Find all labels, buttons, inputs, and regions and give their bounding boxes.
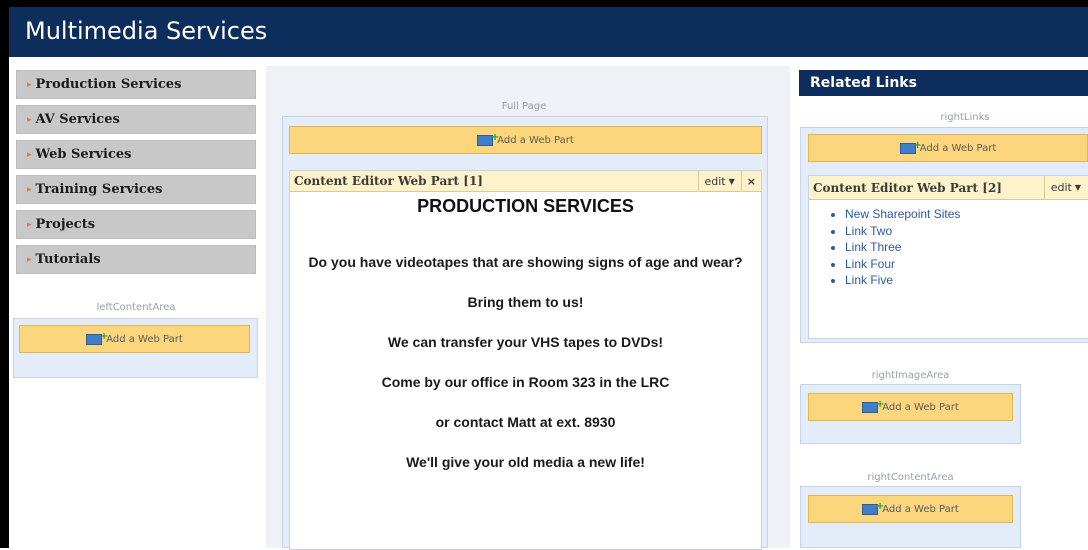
related-links-header: Related Links [799, 70, 1088, 96]
nav-item-training-services[interactable]: ▸ Training Services [16, 175, 256, 204]
related-link[interactable]: Link Three [845, 239, 1088, 256]
full-page-zone-label: Full Page [501, 101, 547, 112]
web-part-tools: edit ▼ × [697, 171, 762, 191]
right-content-zone-label: rightContentArea [867, 472, 954, 483]
window-frame-left [0, 0, 9, 548]
content-paragraph: Come by our office in Room 323 in the LR… [381, 374, 670, 390]
add-web-part-label: Add a Web Part [882, 503, 959, 515]
web-part-edit-menu[interactable]: edit ▼ [1043, 176, 1087, 199]
web-part-title-bar: Content Editor Web Part [2] edit ▼ [809, 176, 1088, 200]
web-part-title-bar: Content Editor Web Part [1] edit ▼ × [290, 171, 761, 192]
chevron-right-icon: ▸ [27, 184, 32, 195]
add-web-part-label: Add a Web Part [497, 134, 574, 146]
add-web-part-label: Add a Web Part [882, 401, 959, 413]
related-link[interactable]: New Sharepoint Sites [845, 206, 1088, 223]
related-links-list: New Sharepoint Sites Link Two Link Three… [809, 206, 1088, 289]
chevron-right-icon: ▸ [27, 149, 32, 160]
add-web-part-label: Add a Web Part [919, 142, 997, 154]
add-web-part-icon [862, 399, 884, 413]
edit-label: edit [704, 174, 726, 188]
right-image-zone-label: rightImageArea [871, 370, 950, 381]
chevron-right-icon: ▸ [27, 254, 32, 265]
add-web-part-button-right-image[interactable]: Add a Web Part [808, 393, 1013, 421]
web-part-title: Content Editor Web Part [1] [294, 174, 483, 188]
nav-item-label: AV Services [35, 112, 120, 127]
related-link[interactable]: Link Four [845, 256, 1088, 273]
nav-item-label: Training Services [35, 182, 163, 197]
nav-item-web-services[interactable]: ▸ Web Services [16, 140, 256, 169]
content-editor-web-part-2: Content Editor Web Part [2] edit ▼ New S… [808, 175, 1088, 339]
add-web-part-icon [86, 331, 108, 345]
add-web-part-icon [899, 140, 922, 154]
right-links-zone-label: rightLinks [940, 112, 990, 123]
nav-item-production-services[interactable]: ▸ Production Services [16, 70, 256, 99]
content-heading: PRODUCTION SERVICES [417, 196, 634, 216]
left-content-zone-label: leftContentArea [96, 302, 176, 313]
close-icon[interactable]: × [740, 171, 761, 191]
site-header: Multimedia Services [9, 7, 1088, 57]
nav-item-projects[interactable]: ▸ Projects [16, 210, 256, 239]
content-editor-web-part-1: Content Editor Web Part [1] edit ▼ × PRO… [289, 170, 762, 550]
web-part-title: Content Editor Web Part [2] [813, 180, 1002, 195]
nav-item-av-services[interactable]: ▸ AV Services [16, 105, 256, 134]
add-web-part-button-right-content[interactable]: Add a Web Part [808, 495, 1013, 523]
content-paragraph: Bring them to us! [467, 294, 584, 310]
related-link[interactable]: Link Five [845, 272, 1088, 289]
nav-item-label: Production Services [35, 77, 182, 92]
add-web-part-button-center[interactable]: Add a Web Part [289, 126, 762, 154]
site-title: Multimedia Services [25, 17, 268, 45]
nav-item-label: Web Services [35, 147, 132, 162]
edit-label: edit [1050, 181, 1072, 194]
web-part-tools: edit ▼ [1043, 176, 1087, 199]
add-web-part-label: Add a Web Part [106, 333, 183, 345]
chevron-right-icon: ▸ [27, 219, 32, 230]
related-link[interactable]: Link Two [845, 223, 1088, 240]
web-part-edit-menu[interactable]: edit ▼ [697, 171, 741, 191]
content-paragraph: We'll give your old media a new life! [406, 454, 645, 470]
window-frame-top [0, 0, 1088, 7]
nav-item-label: Projects [35, 217, 96, 232]
chevron-down-icon: ▼ [728, 176, 735, 186]
add-web-part-button-left[interactable]: Add a Web Part [19, 325, 250, 353]
chevron-down-icon: ▼ [1074, 183, 1081, 192]
content-paragraph: We can transfer your VHS tapes to DVDs! [387, 334, 664, 350]
left-navigation: ▸ Production Services ▸ AV Services ▸ We… [16, 70, 256, 280]
add-web-part-button-right-links[interactable]: Add a Web Part [808, 134, 1088, 162]
nav-item-tutorials[interactable]: ▸ Tutorials [16, 245, 256, 274]
add-web-part-icon [477, 132, 499, 146]
chevron-right-icon: ▸ [27, 79, 32, 90]
content-paragraph: or contact Matt at ext. 8930 [435, 414, 616, 430]
add-web-part-icon [862, 501, 884, 515]
content-paragraph: Do you have videotapes that are showing … [308, 254, 743, 270]
nav-item-label: Tutorials [35, 252, 101, 267]
chevron-right-icon: ▸ [27, 114, 32, 125]
